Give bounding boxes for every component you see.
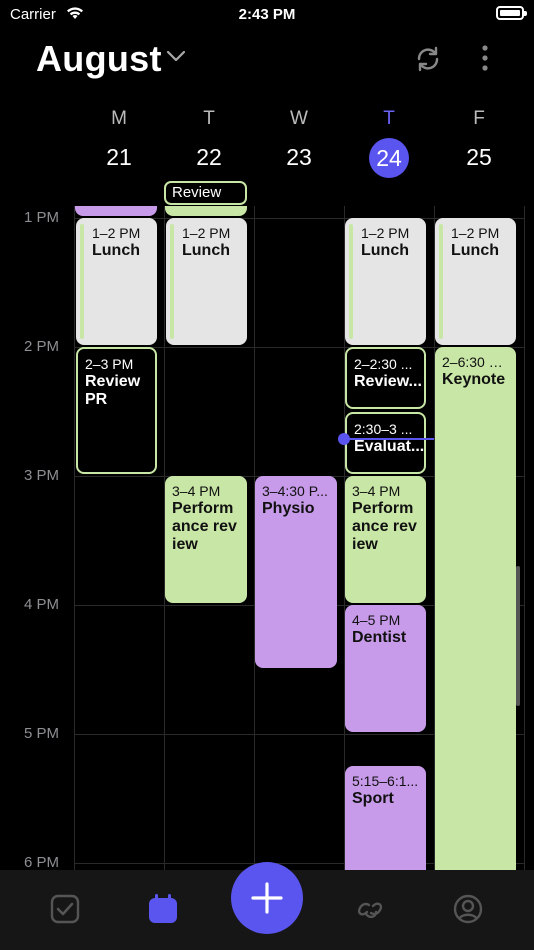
event-review-thu[interactable]: 2–2:30 ... Review... <box>345 347 426 409</box>
event-sport-thu[interactable]: 5:15–6:1... Sport <box>345 766 426 870</box>
event-time: 2:30–3 ... <box>354 421 413 437</box>
event-title: Keynote <box>442 371 506 388</box>
clock: 2:43 PM <box>238 6 296 23</box>
event-partial-tue[interactable] <box>165 206 247 216</box>
event-dentist-thu[interactable]: 4–5 PM Dentist <box>345 605 426 732</box>
event-title: Evaluat... <box>354 438 425 455</box>
day-number: 23 <box>286 144 312 170</box>
hour-label: 3 PM <box>24 467 60 484</box>
scrollbar[interactable] <box>516 566 520 706</box>
day-number: 21 <box>106 144 132 170</box>
event-title: Lunch <box>182 242 230 259</box>
hour-label: 5 PM <box>24 725 60 742</box>
event-time: 2–6:30 PM <box>442 354 509 370</box>
event-title: Lunch <box>92 242 140 259</box>
event-partial-mon[interactable] <box>75 206 157 216</box>
day-letter: T <box>203 108 215 129</box>
day-letter: M <box>111 108 127 129</box>
add-event-button[interactable] <box>231 862 303 934</box>
event-time: 1–2 PM <box>92 225 141 241</box>
event-lunch-mon[interactable]: 1–2 PM Lunch <box>76 218 157 345</box>
time-grid[interactable]: 1 PM 2 PM 3 PM 4 PM 5 PM 6 PM 1–2 PM Lun… <box>0 206 534 870</box>
day-header-mon[interactable]: M 21 <box>74 106 164 176</box>
day-letter: T <box>383 108 395 129</box>
event-time: 3–4:30 P... <box>262 483 328 499</box>
chevron-down-icon[interactable] <box>166 50 186 62</box>
checkbox-icon[interactable] <box>49 893 81 925</box>
add-icon <box>251 882 283 914</box>
status-bar: Carrier 2:43 PM <box>0 0 534 30</box>
event-title: Lunch <box>451 242 499 259</box>
event-lunch-tue[interactable]: 1–2 PM Lunch <box>166 218 247 345</box>
hour-label: 4 PM <box>24 596 60 613</box>
event-title: Sport <box>352 790 394 807</box>
day-letter: F <box>473 108 485 129</box>
event-time: 3–4 PM <box>352 483 401 499</box>
event-review-pr-mon[interactable]: 2–3 PM Review PR <box>76 347 157 474</box>
day-letter: W <box>290 108 308 129</box>
event-title: Review... <box>354 373 422 390</box>
current-time-line <box>344 438 434 440</box>
event-time: 2–3 PM <box>85 356 134 372</box>
event-title: Performance review <box>352 500 417 553</box>
event-keynote-fri[interactable]: 2–6:30 PM Keynote <box>435 347 516 870</box>
battery-icon <box>496 6 527 20</box>
review-event-chip[interactable]: Review <box>164 181 247 205</box>
link-icon[interactable] <box>354 893 386 925</box>
column-divider <box>524 206 525 870</box>
more-vertical-icon[interactable] <box>478 44 492 72</box>
event-time: 2–2:30 ... <box>354 356 413 372</box>
column-divider <box>74 206 75 870</box>
month-title[interactable]: August <box>36 38 162 80</box>
event-performance-review-thu[interactable]: 3–4 PM Performance review <box>345 476 426 603</box>
today-badge: 24 <box>369 138 409 178</box>
event-title: Physio <box>262 500 315 517</box>
hour-label: 1 PM <box>24 209 60 226</box>
event-physio-wed[interactable]: 3–4:30 P... Physio <box>255 476 337 668</box>
current-time-dot <box>338 433 350 445</box>
day-header-tue[interactable]: T 22 <box>164 106 254 176</box>
day-number: 22 <box>196 144 222 170</box>
event-time: 1–2 PM <box>451 225 500 241</box>
calendar-icon[interactable] <box>147 893 179 925</box>
event-time: 1–2 PM <box>361 225 410 241</box>
event-performance-review-tue[interactable]: 3–4 PM Performance review <box>165 476 247 603</box>
sync-icon[interactable] <box>414 45 442 73</box>
event-time: 1–2 PM <box>182 225 231 241</box>
event-time: 4–5 PM <box>352 612 401 628</box>
event-title: Lunch <box>361 242 409 259</box>
profile-icon[interactable] <box>452 893 484 925</box>
hour-label: 6 PM <box>24 854 60 870</box>
day-header-wed[interactable]: W 23 <box>254 106 344 176</box>
event-lunch-thu[interactable]: 1–2 PM Lunch <box>345 218 426 345</box>
day-header-thu-today[interactable]: T 24 <box>344 106 434 178</box>
event-evaluat-thu[interactable]: 2:30–3 ... Evaluat... <box>345 412 426 474</box>
event-lunch-fri[interactable]: 1–2 PM Lunch <box>435 218 516 345</box>
hour-label: 2 PM <box>24 338 60 355</box>
event-time: 3–4 PM <box>172 483 221 499</box>
event-title: Performance review <box>172 500 237 553</box>
event-title: Dentist <box>352 629 407 646</box>
event-title: Review PR <box>85 373 141 408</box>
event-time: 5:15–6:1... <box>352 773 419 789</box>
day-number: 25 <box>466 144 492 170</box>
day-header-fri[interactable]: F 25 <box>434 106 524 176</box>
